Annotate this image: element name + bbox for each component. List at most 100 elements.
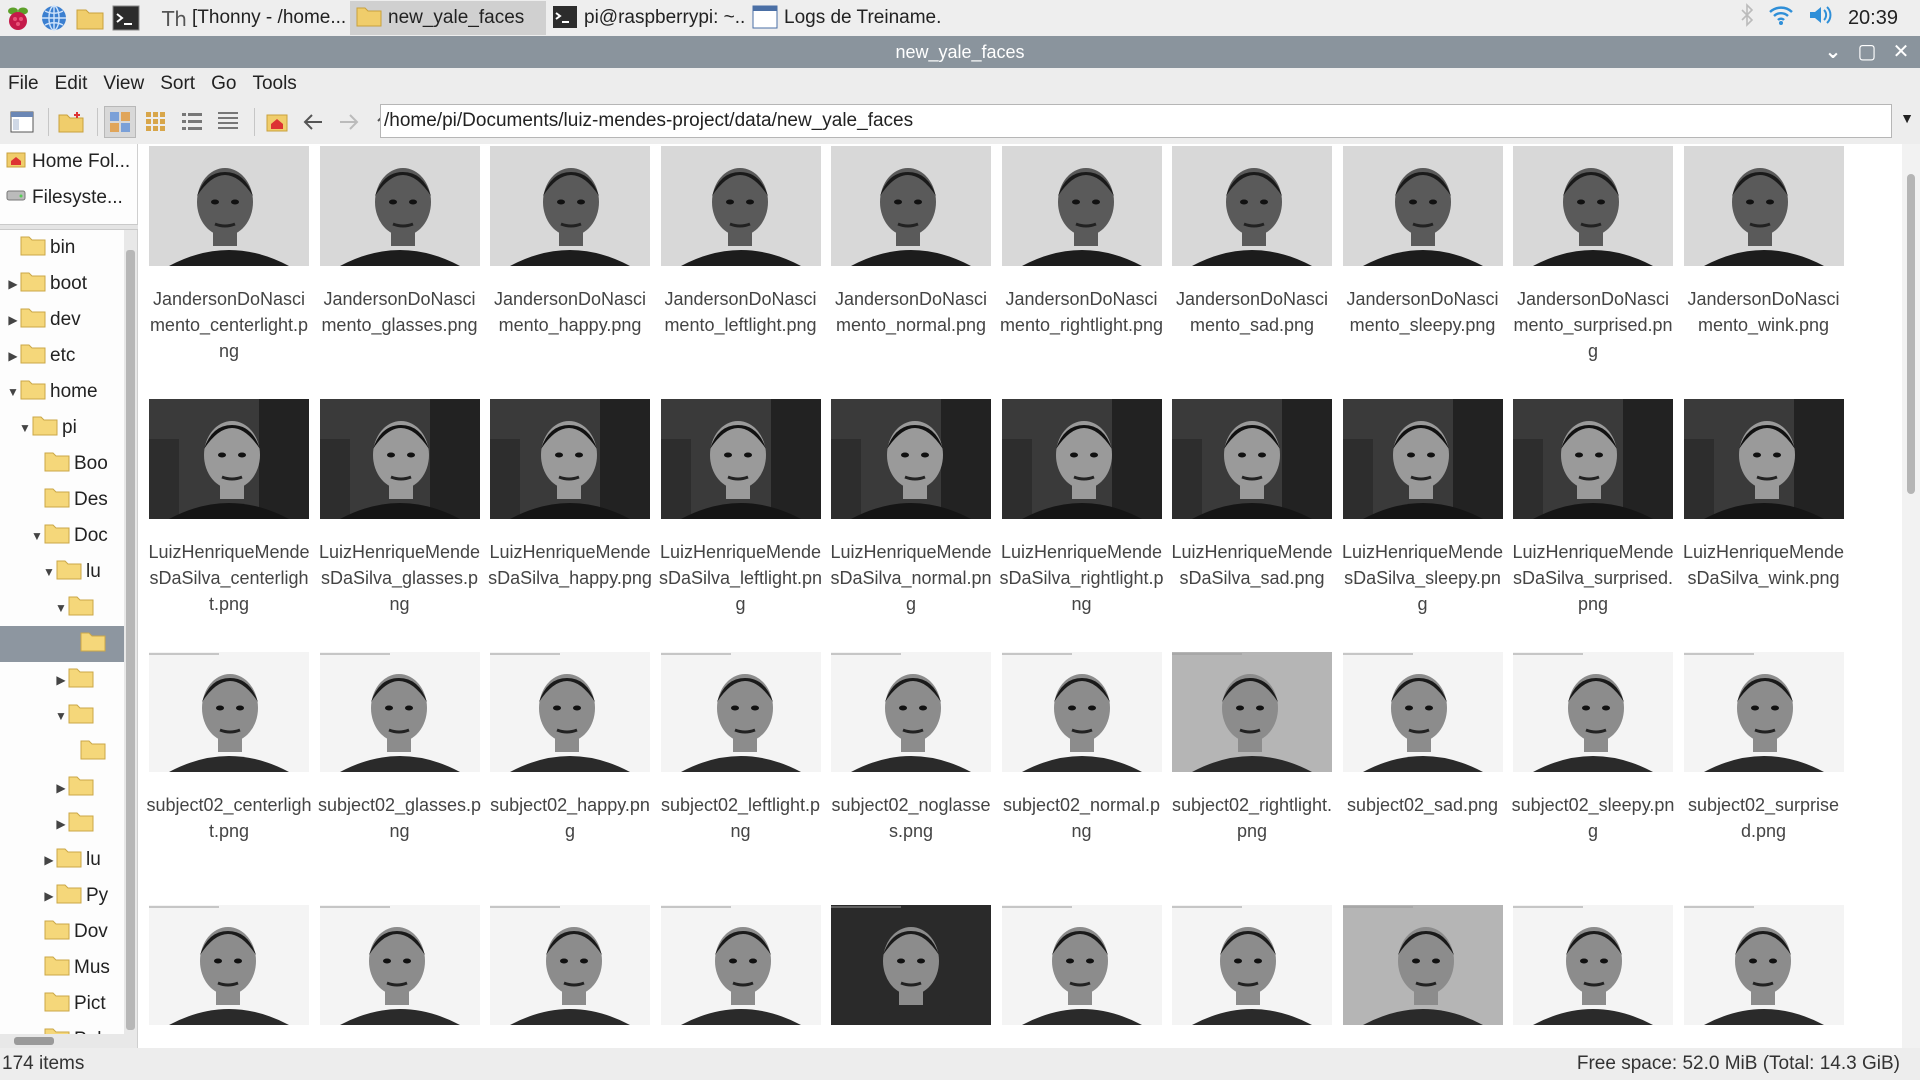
tree-item[interactable]: bin bbox=[0, 230, 124, 266]
collapse-arrow-icon[interactable]: ▼ bbox=[18, 421, 32, 435]
file-item[interactable]: LuizHenriqueMendesDaSilva_wink.png bbox=[1679, 371, 1849, 591]
collapse-arrow-icon[interactable]: ▼ bbox=[30, 529, 44, 543]
tree-item[interactable] bbox=[0, 734, 124, 770]
file-item[interactable]: subject02_happy.png bbox=[485, 624, 655, 844]
file-item[interactable]: LuizHenriqueMendesDaSilva_normal.png bbox=[826, 371, 996, 617]
tree-item[interactable]: ▼ home bbox=[0, 374, 124, 410]
collapse-arrow-icon[interactable]: ▼ bbox=[6, 385, 20, 399]
tree-item[interactable]: Mus bbox=[0, 950, 124, 986]
detailed-list-view-icon[interactable] bbox=[212, 106, 244, 138]
expand-arrow-icon[interactable]: ▶ bbox=[54, 817, 68, 831]
tree-item[interactable]: ▶ etc bbox=[0, 338, 124, 374]
file-item[interactable]: LuizHenriqueMendesDaSilva_sleepy.png bbox=[1338, 371, 1508, 617]
file-item[interactable]: JandersonDoNascimento_glasses.png bbox=[315, 144, 485, 338]
expand-arrow-icon[interactable]: ▶ bbox=[6, 349, 20, 363]
collapse-arrow-icon[interactable]: ▼ bbox=[54, 601, 68, 615]
tree-item[interactable]: Boo bbox=[0, 446, 124, 482]
tree-item[interactable]: ▼ pi bbox=[0, 410, 124, 446]
tree-item[interactable]: ▼ Doc bbox=[0, 518, 124, 554]
new-window-icon[interactable] bbox=[6, 106, 38, 138]
file-item[interactable]: LuizHenriqueMendesDaSilva_sad.png bbox=[1167, 371, 1337, 591]
expand-arrow-icon[interactable]: ▶ bbox=[42, 889, 56, 903]
menu-sort[interactable]: Sort bbox=[160, 73, 203, 95]
volume-icon[interactable] bbox=[1808, 4, 1834, 32]
tree-horizontal-scrollbar[interactable] bbox=[0, 1034, 124, 1048]
file-item[interactable] bbox=[1508, 877, 1678, 1045]
icon-view-icon[interactable] bbox=[140, 106, 172, 138]
file-item[interactable] bbox=[1167, 877, 1337, 1045]
maximize-icon[interactable]: ▢ bbox=[1856, 40, 1878, 63]
menu-tools[interactable]: Tools bbox=[252, 73, 304, 95]
collapse-arrow-icon[interactable]: ▼ bbox=[54, 709, 68, 723]
file-item[interactable]: LuizHenriqueMendesDaSilva_glasses.png bbox=[315, 371, 485, 617]
menu-edit[interactable]: Edit bbox=[55, 73, 96, 95]
file-item[interactable]: subject02_centerlight.png bbox=[144, 624, 314, 844]
expand-arrow-icon[interactable]: ▶ bbox=[42, 853, 56, 867]
file-item[interactable]: JandersonDoNascimento_sleepy.png bbox=[1338, 144, 1508, 338]
file-item[interactable] bbox=[144, 877, 314, 1045]
file-item[interactable]: LuizHenriqueMendesDaSilva_rightlight.png bbox=[997, 371, 1167, 617]
file-item[interactable]: subject02_glasses.png bbox=[315, 624, 485, 844]
terminal-launcher-icon[interactable] bbox=[108, 0, 144, 36]
file-item[interactable]: JandersonDoNascimento_centerlight.png bbox=[144, 144, 314, 364]
menu-go[interactable]: Go bbox=[211, 73, 244, 95]
bluetooth-icon[interactable] bbox=[1740, 3, 1754, 33]
task-training-logs[interactable]: Logs de Treiname... bbox=[746, 1, 942, 35]
file-item[interactable]: JandersonDoNascimento_wink.png bbox=[1679, 144, 1849, 338]
file-item[interactable]: subject02_sad.png bbox=[1338, 624, 1508, 818]
clock[interactable]: 20:39 bbox=[1848, 7, 1898, 30]
tree-item[interactable]: ▶ dev bbox=[0, 302, 124, 338]
file-item[interactable]: LuizHenriqueMendesDaSilva_surprised.png bbox=[1508, 371, 1678, 617]
minimize-icon[interactable]: ⌄ bbox=[1822, 40, 1844, 63]
tree-item[interactable]: ▶ Py bbox=[0, 878, 124, 914]
file-manager-icon[interactable] bbox=[72, 0, 108, 36]
file-item[interactable]: LuizHenriqueMendesDaSilva_happy.png bbox=[485, 371, 655, 591]
task-thonny[interactable]: Th [Thonny - /home... bbox=[154, 1, 350, 35]
tree-item[interactable]: Des bbox=[0, 482, 124, 518]
back-arrow-icon[interactable] bbox=[297, 106, 329, 138]
file-item[interactable] bbox=[656, 877, 826, 1045]
file-item[interactable]: subject02_normal.png bbox=[997, 624, 1167, 844]
file-item[interactable]: JandersonDoNascimento_sad.png bbox=[1167, 144, 1337, 338]
file-item[interactable]: JandersonDoNascimento_normal.png bbox=[826, 144, 996, 338]
file-item[interactable]: JandersonDoNascimento_rightlight.png bbox=[997, 144, 1167, 338]
thumbnail-view-icon[interactable] bbox=[104, 106, 136, 138]
file-item[interactable] bbox=[315, 877, 485, 1045]
tree-item[interactable]: ▼ bbox=[0, 698, 124, 734]
expand-arrow-icon[interactable]: ▶ bbox=[6, 277, 20, 291]
file-item[interactable]: LuizHenriqueMendesDaSilva_leftlight.png bbox=[656, 371, 826, 617]
forward-arrow-icon[interactable] bbox=[333, 106, 365, 138]
expand-arrow-icon[interactable]: ▶ bbox=[54, 673, 68, 687]
file-item[interactable]: LuizHenriqueMendesDaSilva_centerlight.pn… bbox=[144, 371, 314, 617]
web-browser-icon[interactable] bbox=[36, 0, 72, 36]
file-item[interactable]: subject02_sleepy.png bbox=[1508, 624, 1678, 844]
tree-item[interactable]: ▶ bbox=[0, 770, 124, 806]
menu-view[interactable]: View bbox=[103, 73, 152, 95]
tree-item[interactable]: ▶ bbox=[0, 806, 124, 842]
close-icon[interactable]: ✕ bbox=[1890, 40, 1912, 63]
file-item[interactable]: subject02_noglasses.png bbox=[826, 624, 996, 844]
place-filesystem[interactable]: Filesyste... bbox=[0, 180, 137, 216]
file-item[interactable]: JandersonDoNascimento_surprised.png bbox=[1508, 144, 1678, 364]
expand-arrow-icon[interactable]: ▶ bbox=[6, 313, 20, 327]
tree-item[interactable]: ▶ boot bbox=[0, 266, 124, 302]
file-item[interactable] bbox=[485, 877, 655, 1045]
collapse-arrow-icon[interactable]: ▼ bbox=[42, 565, 56, 579]
tree-item[interactable]: Dov bbox=[0, 914, 124, 950]
file-item[interactable]: JandersonDoNascimento_leftlight.png bbox=[656, 144, 826, 338]
tree-vertical-scrollbar[interactable] bbox=[124, 230, 137, 1048]
location-dropdown-icon[interactable]: ▼ bbox=[1900, 110, 1914, 126]
raspberry-menu-icon[interactable] bbox=[0, 0, 36, 36]
file-view-scrollbar[interactable] bbox=[1902, 144, 1920, 1048]
tree-item[interactable] bbox=[0, 626, 124, 662]
tree-item[interactable]: Pict bbox=[0, 986, 124, 1022]
expand-arrow-icon[interactable]: ▶ bbox=[54, 781, 68, 795]
tree-item[interactable]: ▶ bbox=[0, 662, 124, 698]
place-home-folder[interactable]: Home Fol... bbox=[0, 144, 137, 180]
file-item[interactable] bbox=[1679, 877, 1849, 1045]
file-item[interactable] bbox=[997, 877, 1167, 1045]
new-folder-icon[interactable] bbox=[55, 106, 87, 138]
compact-view-icon[interactable] bbox=[176, 106, 208, 138]
file-item[interactable]: subject02_rightlight.png bbox=[1167, 624, 1337, 844]
tree-item[interactable]: ▶ lu bbox=[0, 842, 124, 878]
